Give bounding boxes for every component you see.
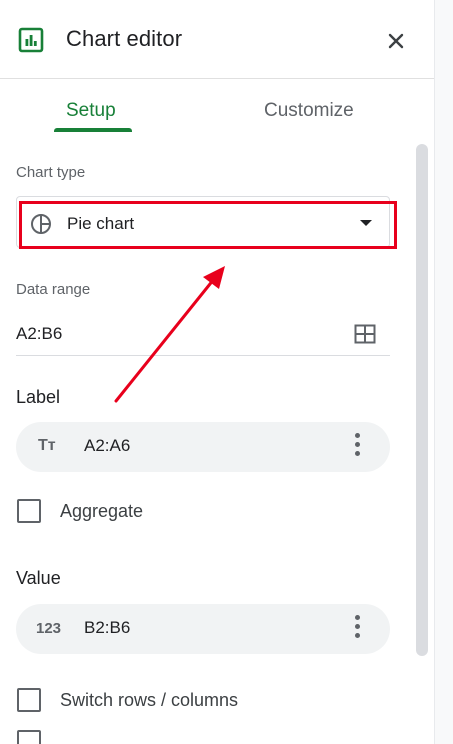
next-option-row[interactable]	[17, 730, 317, 744]
switch-rows-columns-row[interactable]: Switch rows / columns	[17, 688, 317, 714]
grid-icon[interactable]	[354, 324, 376, 344]
editor-title: Chart editor	[66, 26, 183, 51]
more-options-icon[interactable]	[352, 615, 362, 643]
pie-chart-icon	[31, 214, 51, 234]
data-range-field[interactable]: A2:B6	[16, 314, 390, 356]
dropdown-caret-icon	[360, 220, 372, 226]
label-range-chip[interactable]: Tт A2:A6	[16, 422, 390, 472]
number-type-icon: 123	[36, 620, 62, 637]
more-options-icon[interactable]	[352, 433, 362, 461]
value-range-chip[interactable]: 123 B2:B6	[16, 604, 390, 654]
aggregate-label: Aggregate	[60, 501, 144, 521]
editor-header: Chart editor	[0, 0, 434, 79]
value-section-heading: Value	[16, 568, 61, 588]
tab-customize[interactable]: Customize	[264, 100, 354, 122]
data-range-label: Data range	[16, 281, 91, 298]
label-section-heading: Label	[16, 387, 61, 407]
background-strip	[435, 0, 453, 744]
chart-type-value: Pie chart	[67, 214, 135, 233]
scrollbar-thumb[interactable]	[416, 144, 428, 656]
value-range-value: B2:B6	[84, 618, 131, 637]
next-option-checkbox[interactable]	[17, 730, 41, 744]
data-range-value: A2:B6	[16, 324, 63, 343]
label-range-value: A2:A6	[84, 436, 131, 455]
chart-type-select[interactable]: Pie chart	[16, 196, 390, 248]
close-icon[interactable]	[383, 28, 409, 54]
active-tab-indicator	[54, 128, 132, 132]
aggregate-checkbox[interactable]	[17, 499, 41, 523]
scrollbar[interactable]	[416, 144, 428, 656]
chart-editor-panel: Chart editor Setup Customize Chart type …	[0, 0, 435, 744]
aggregate-row[interactable]: Aggregate	[17, 499, 217, 525]
switch-rows-columns-checkbox[interactable]	[17, 688, 41, 712]
chart-type-label: Chart type	[16, 164, 86, 181]
text-type-icon: Tт	[38, 437, 56, 454]
switch-rows-columns-label: Switch rows / columns	[60, 690, 239, 710]
chart-icon	[18, 27, 44, 53]
tab-setup[interactable]: Setup	[66, 100, 116, 122]
